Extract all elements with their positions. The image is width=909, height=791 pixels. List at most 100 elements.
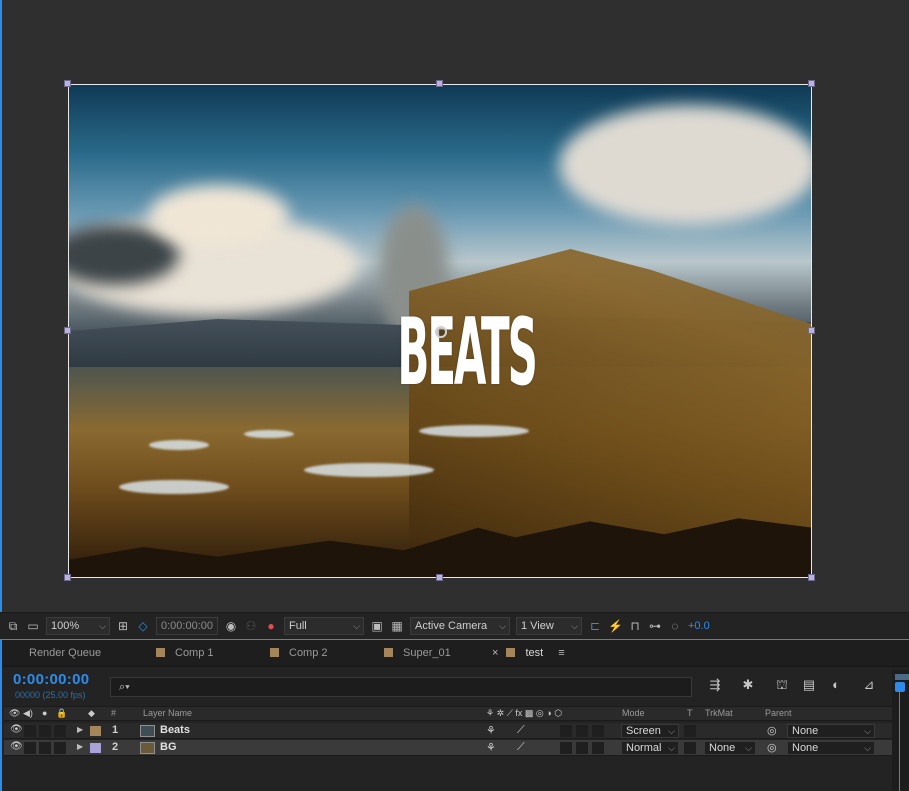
mask-visibility-icon[interactable]: ◇ [136,619,150,633]
parent-dropdown[interactable]: None ⌵ [787,724,875,738]
pickwhip-icon[interactable]: ◎ [767,724,777,737]
motion-blur-icon[interactable]: ◐ [828,677,844,693]
tab-comp-2[interactable]: Comp 2 [270,640,328,667]
frame-blending-icon[interactable]: ▤ [801,677,817,693]
pickwhip-icon[interactable]: ◎ [767,741,777,754]
view-layout-dropdown[interactable]: 1 View ⌵ [516,616,582,635]
cloud-right [559,105,811,225]
timeline-icon[interactable]: ⊓ [628,619,642,633]
current-time-indicator-line [899,692,900,791]
lock-toggle[interactable] [54,725,66,737]
tab-label: test [525,647,544,659]
chevron-down-icon: ⌵ [745,743,752,753]
beats-text-layer[interactable]: BEATS [397,255,537,450]
layer-row[interactable]: 👁 ▶ 1 Beats ⚘ ⟋ Screen ⌵ ◎ None ⌵ [4,723,909,739]
preserve-transparency-toggle[interactable] [684,725,696,737]
switches-icons: ⚘ ✲ ⟋ fx ▩ ◎ ◑ ⬡ [486,708,563,718]
work-area-bar[interactable] [895,674,909,680]
parent-value: None [792,725,819,737]
composition-mini-flowchart-icon[interactable]: ⇶ [707,677,723,693]
motion-blur-switch[interactable] [576,725,588,737]
eye-icon[interactable]: 👁 [10,724,23,735]
blend-mode-dropdown[interactable]: Screen ⌵ [621,724,679,738]
close-tab-icon[interactable]: × [492,647,498,659]
exposure-value[interactable]: +0.0 [688,620,710,632]
viewer-toolbar: ⧉ ▭ 100% ⌵ ⊞ ◇ 0:00:00:00 ◉ ⚇ ● Full ⌵ ▣… [0,612,909,638]
parent-value: None [792,742,819,754]
reset-exposure-icon[interactable]: ◌ [668,619,682,633]
current-time-indicator[interactable] [895,682,905,692]
tab-comp-1[interactable]: Comp 1 [156,640,214,667]
eye-icon[interactable]: 👁 [10,741,23,752]
resolution-dropdown[interactable]: Full ⌵ [284,616,364,635]
solo-column-icon: ● [42,708,48,718]
track-matte-dropdown[interactable]: None ⌵ [704,741,756,755]
panel-menu-icon[interactable]: ≡ [558,647,564,659]
magnification-dropdown[interactable]: 100% ⌵ [46,616,110,635]
grid-guides-icon[interactable]: ⊞ [116,619,130,633]
quality-switch-icon[interactable]: ⟋ [517,724,525,737]
shy-switch-icon[interactable]: ⚘ [486,724,496,737]
tab-label: Comp 2 [289,647,328,659]
composition-viewer[interactable]: BEATS [0,0,909,612]
draft-3d-icon[interactable]: ✱ [740,677,756,693]
transform-handle-bottom-center[interactable] [436,574,443,581]
show-snapshot-icon[interactable]: ⚇ [244,619,258,633]
channel-color-icon[interactable]: ● [264,619,278,633]
fast-previews-icon[interactable]: ⚡ [608,619,623,633]
solo-toggle[interactable] [39,725,51,737]
adjustment-switch[interactable] [592,742,604,754]
region-of-interest-icon[interactable]: ▣ [370,619,384,633]
transform-handle-bottom-right[interactable] [808,574,815,581]
transform-handle-bottom-left[interactable] [64,574,71,581]
parent-dropdown[interactable]: None ⌵ [787,741,875,755]
lock-column-icon: 🔒 [56,708,68,718]
anchor-point-icon[interactable] [435,326,447,338]
transparency-grid-icon[interactable]: ▦ [390,619,404,633]
layer-label-color[interactable] [90,743,101,753]
column-layer-name[interactable]: Layer Name [143,708,192,718]
monitor-icon[interactable]: ▭ [26,619,40,633]
layer-name[interactable]: BG [160,741,177,753]
toggle-pixel-aspect-icon[interactable]: ⊏ [588,619,602,633]
transform-handle-top-right[interactable] [808,80,815,87]
tab-super-01[interactable]: Super_01 [384,640,451,667]
layer-search-input[interactable]: ⌕▾ [110,677,692,697]
transform-handle-top-left[interactable] [64,80,71,87]
expand-triangle-icon[interactable]: ▶ [77,742,83,751]
tab-test[interactable]: × test ≡ [492,640,565,667]
layer-name[interactable]: Beats [160,724,190,736]
blend-mode-dropdown[interactable]: Normal ⌵ [621,741,679,755]
motion-blur-switch[interactable] [576,742,588,754]
camera-snapshot-icon[interactable]: ◉ [224,619,238,633]
current-time-display[interactable]: 0:00:00:00 [13,671,89,688]
layer-row[interactable]: 👁 ▶ 2 BG ⚘ ⟋ Normal ⌵ None ⌵ ◎ None ⌵ [4,740,909,756]
preserve-transparency-toggle[interactable] [684,742,696,754]
audio-toggle[interactable] [24,742,36,754]
footage-layer-icon [140,742,155,754]
quality-switch-icon[interactable]: ⟋ [517,741,525,754]
graph-editor-icon[interactable]: ⊿ [861,677,877,693]
cloud-center [149,185,289,245]
chevron-down-icon: ⌵ [864,743,871,753]
flowchart-icon[interactable]: ⊶ [648,619,662,633]
expand-triangle-icon[interactable]: ▶ [77,725,83,734]
adjustment-switch[interactable] [592,725,604,737]
tab-render-queue[interactable]: Render Queue [29,640,101,667]
fx-switch[interactable] [560,725,572,737]
shy-switch-icon[interactable]: ⚘ [486,741,496,754]
fx-switch[interactable] [560,742,572,754]
camera-dropdown[interactable]: Active Camera ⌵ [410,616,510,635]
transform-handle-top-center[interactable] [436,80,443,87]
solo-toggle[interactable] [39,742,51,754]
chevron-down-icon: ⌵ [864,726,871,736]
always-preview-icon[interactable]: ⧉ [6,619,20,633]
audio-toggle[interactable] [24,725,36,737]
lock-toggle[interactable] [54,742,66,754]
column-mode: Mode [622,708,645,718]
transform-handle-middle-right[interactable] [808,327,815,334]
layer-label-color[interactable] [90,726,101,736]
transform-handle-middle-left[interactable] [64,327,71,334]
hide-shy-layers-icon[interactable]: ⛫ [774,677,790,693]
current-time-field[interactable]: 0:00:00:00 [156,616,218,635]
